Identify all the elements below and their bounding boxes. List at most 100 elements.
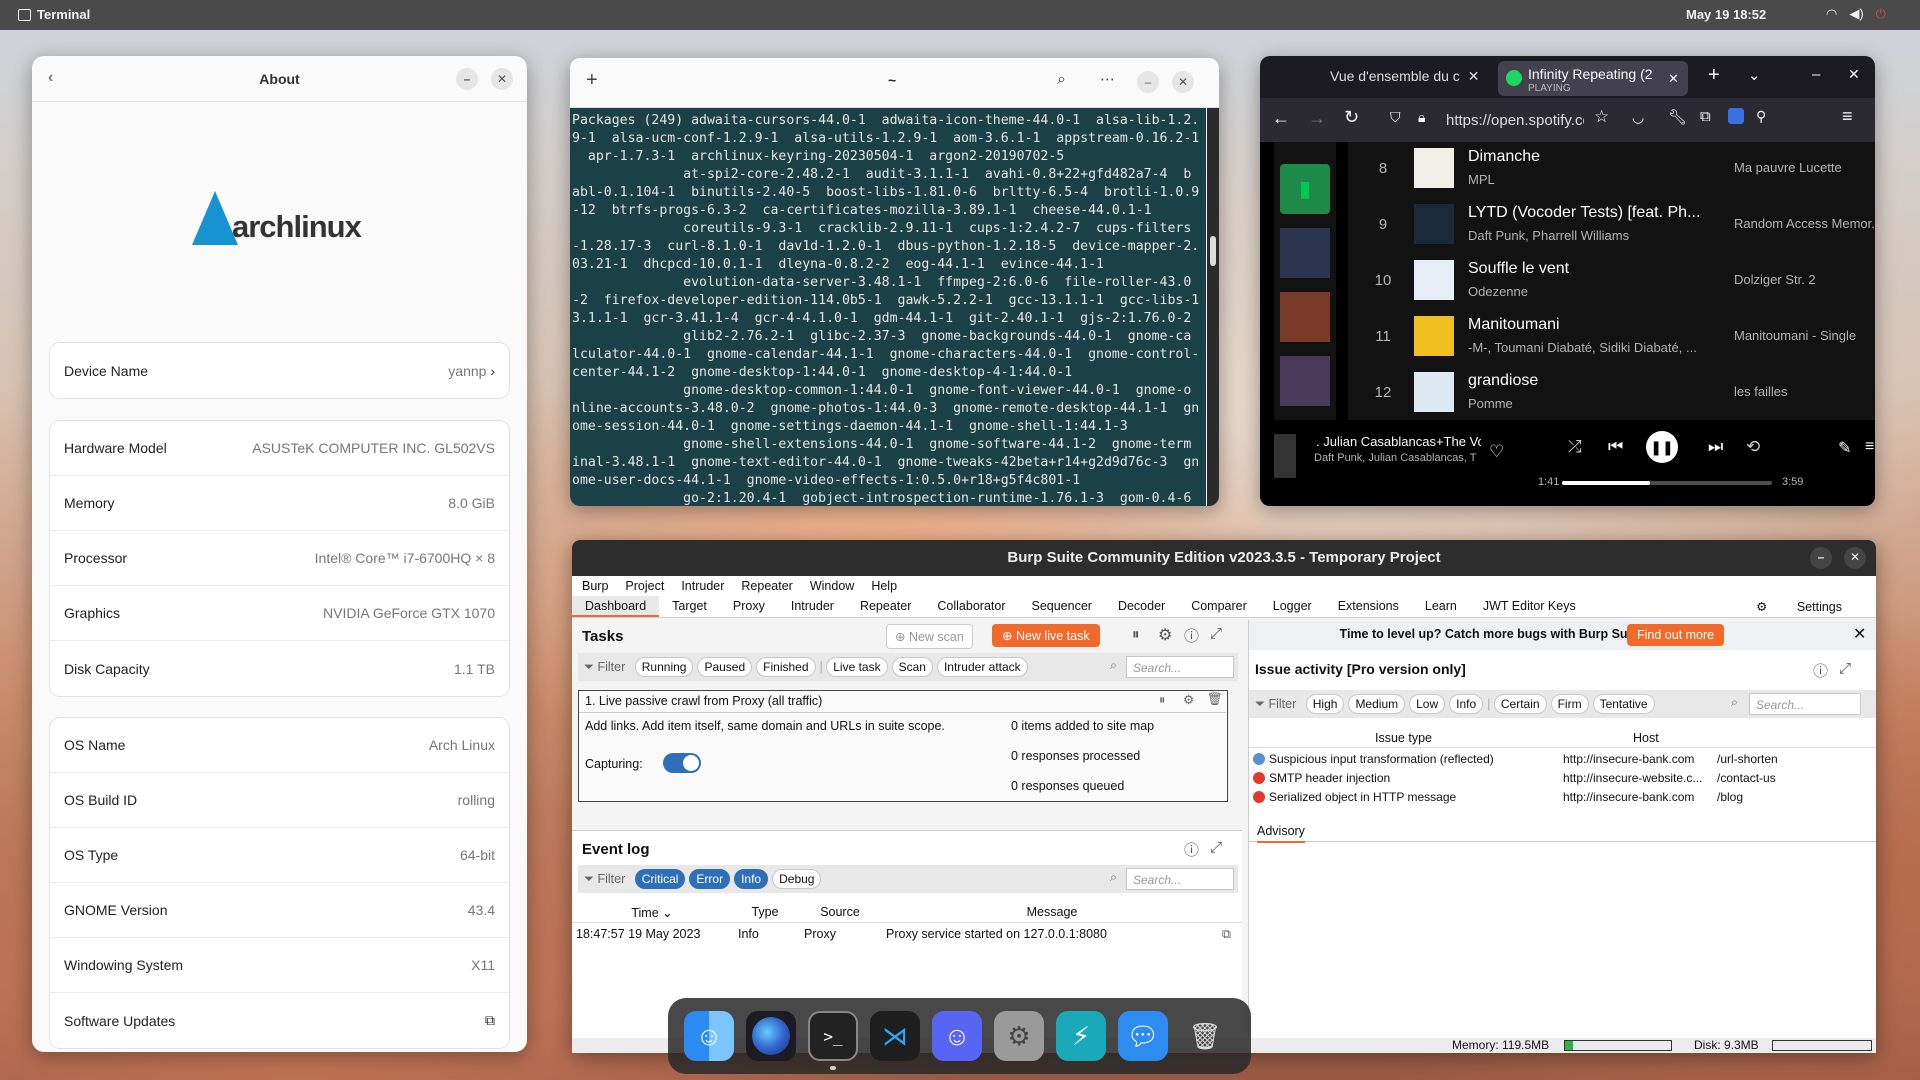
device-name-card[interactable]: Device Name yannp › — [50, 343, 509, 398]
back-icon[interactable]: ← — [1272, 108, 1290, 129]
track-row[interactable]: 12 grandiose Pomme les failles — [1348, 366, 1875, 422]
new-tab-icon[interactable]: + — [1708, 64, 1720, 87]
capturing-toggle[interactable] — [663, 753, 701, 773]
filter-certain[interactable]: Certain — [1493, 694, 1547, 714]
filter-info[interactable]: Info — [734, 869, 769, 889]
filter-icon[interactable]: ⏷ Filter — [584, 660, 625, 674]
queue-icon[interactable]: ≡ — [1865, 438, 1874, 456]
close-icon[interactable]: ✕ — [1468, 68, 1480, 84]
tab-extensions[interactable]: Extensions — [1325, 596, 1412, 617]
help-icon[interactable]: ⓘ — [1184, 625, 1199, 646]
col-type[interactable]: Type — [732, 905, 798, 922]
hamburger-menu-icon[interactable]: ≡ — [1842, 106, 1853, 127]
pause-button[interactable]: ❚❚ — [1646, 431, 1678, 463]
help-icon[interactable]: ⓘ — [1184, 839, 1199, 860]
track-title[interactable]: Souffle le vent — [1468, 260, 1708, 278]
tasks-search-input[interactable]: Search... — [1126, 656, 1234, 678]
filter-paused[interactable]: Paused — [697, 657, 753, 677]
menu-icon[interactable]: ⋯ — [1100, 70, 1115, 88]
menu-repeater[interactable]: Repeater — [741, 579, 792, 596]
back-icon[interactable]: ‹ — [48, 69, 53, 87]
expand-icon[interactable]: ⤢ — [1210, 625, 1222, 642]
tab-decoder[interactable]: Decoder — [1105, 596, 1178, 617]
close-button[interactable]: ✕ — [491, 68, 513, 90]
gear-icon[interactable]: ⚙ — [1158, 625, 1172, 645]
extensions-icon[interactable]: ⧉ — [1700, 108, 1711, 125]
track-row[interactable]: 10 Souffle le vent Odezenne Dolziger Str. 2 — [1348, 254, 1875, 310]
bookmark-star-icon[interactable]: ☆ — [1594, 107, 1609, 127]
vscode-icon[interactable]: ⋊ — [870, 1011, 920, 1061]
filter-firm[interactable]: Firm — [1550, 694, 1589, 714]
microphone-icon[interactable]: ✎ — [1838, 438, 1851, 458]
close-icon[interactable]: ✕ — [1668, 71, 1679, 87]
device-name-row[interactable]: Device Name yannp › — [50, 343, 509, 398]
minimize-button[interactable]: – — [1137, 71, 1159, 93]
discord-icon[interactable]: ☺ — [932, 1011, 982, 1061]
track-album[interactable]: Dolziger Str. 2 — [1734, 272, 1874, 287]
search-icon[interactable]: ⌕ — [1110, 870, 1117, 885]
repeat-icon[interactable]: ⟲ — [1746, 437, 1760, 457]
tab-sequencer[interactable]: Sequencer — [1018, 596, 1104, 617]
filter-icon[interactable]: ⏷ Filter — [584, 872, 625, 886]
col-message[interactable]: Message — [882, 905, 1222, 922]
table-row[interactable]: 18:47:57 19 May 2023 Info Proxy Proxy se… — [572, 925, 1242, 945]
tab-repeater[interactable]: Repeater — [847, 596, 924, 617]
filter-medium[interactable]: Medium — [1348, 694, 1406, 714]
tab-collaborator[interactable]: Collaborator — [924, 596, 1018, 617]
filter-icon[interactable]: ⏷ Filter — [1255, 697, 1296, 711]
shield-icon[interactable]: ⛉ — [1390, 109, 1401, 126]
open-external-icon[interactable]: ⧉ — [485, 1012, 495, 1029]
shuffle-icon[interactable]: ⤮ — [1568, 437, 1582, 457]
col-host[interactable]: Host — [1633, 731, 1659, 745]
col-time[interactable]: Time ⌄ — [572, 905, 732, 922]
tab-proxy[interactable]: Proxy — [720, 596, 778, 617]
burp-icon[interactable]: ⚡ — [1056, 1011, 1106, 1061]
event-search-input[interactable]: Search... — [1126, 868, 1234, 890]
tab-spotify[interactable]: Infinity Repeating (2 PLAYING ✕ — [1498, 61, 1688, 96]
close-icon[interactable]: ✕ — [1853, 624, 1866, 644]
track-album[interactable]: Manitoumani - Single — [1734, 328, 1874, 343]
col-issue-type[interactable]: Issue type — [1375, 731, 1432, 745]
open-external-icon[interactable]: ⧉ — [1222, 927, 1231, 945]
track-title[interactable]: Manitoumani — [1468, 316, 1708, 334]
liked-songs-icon[interactable]: ▮ — [1280, 164, 1330, 214]
menu-burp[interactable]: Burp — [582, 579, 608, 596]
filter-critical[interactable]: Critical — [634, 869, 686, 889]
issue-row[interactable]: Serialized object in HTTP message http://… — [1249, 788, 1876, 806]
os-row[interactable]: Software Updates ⧉ — [50, 993, 509, 1048]
col-source[interactable]: Source — [798, 905, 882, 922]
issue-row[interactable]: SMTP header injection http://insecure-web… — [1249, 769, 1876, 788]
track-artist[interactable]: MPL — [1468, 172, 1708, 187]
tab-list-icon[interactable]: ⌄ — [1748, 66, 1761, 84]
track-title[interactable]: LYTD (Vocoder Tests) [feat. Ph... — [1468, 204, 1708, 222]
menu-help[interactable]: Help — [871, 579, 897, 596]
search-icon[interactable]: ⌕ — [1057, 71, 1066, 89]
new-scan-button[interactable]: ⊕ New scan — [886, 624, 973, 649]
playlist-cover[interactable] — [1280, 292, 1330, 342]
terminal-scrollbar[interactable] — [1207, 108, 1219, 506]
menu-project[interactable]: Project — [625, 579, 664, 596]
expand-icon[interactable]: ⤢ — [1839, 660, 1851, 677]
account-icon[interactable]: ⚲ — [1756, 108, 1766, 125]
track-artist[interactable]: -M-, Toumani Diabaté, Sidiki Diabaté, ..… — [1468, 340, 1708, 355]
tab-logger[interactable]: Logger — [1260, 596, 1325, 617]
track-title[interactable]: Dimanche — [1468, 148, 1708, 166]
new-tab-icon[interactable]: + — [586, 69, 598, 92]
track-row[interactable]: 8 Dimanche MPL Ma pauvre Lucette — [1348, 142, 1875, 198]
filter-scan[interactable]: Scan — [891, 657, 933, 677]
minimize-button[interactable]: – — [456, 68, 478, 90]
tab-learn[interactable]: Learn — [1412, 596, 1470, 617]
previous-icon[interactable]: ⏮︎ — [1608, 437, 1623, 457]
close-button[interactable]: ✕ — [1172, 71, 1194, 93]
track-title[interactable]: grandiose — [1468, 372, 1708, 390]
terminal-output[interactable]: Packages (249) adwaita-cursors-44.0-1 ad… — [570, 108, 1206, 506]
track-artist[interactable]: Daft Punk, Pharrell Williams — [1468, 228, 1708, 243]
messages-icon[interactable]: 💬︎ — [1118, 1011, 1168, 1061]
filter-live-task[interactable]: Live task — [826, 657, 888, 677]
menu-intruder[interactable]: Intruder — [681, 579, 724, 596]
filter-high[interactable]: High — [1305, 694, 1345, 714]
filter-info[interactable]: Info — [1449, 694, 1484, 714]
terminal-icon[interactable]: >_ — [808, 1011, 858, 1061]
pause-icon[interactable]: ⏸︎ — [1132, 626, 1140, 643]
finder-icon[interactable]: ☺ — [684, 1011, 734, 1061]
